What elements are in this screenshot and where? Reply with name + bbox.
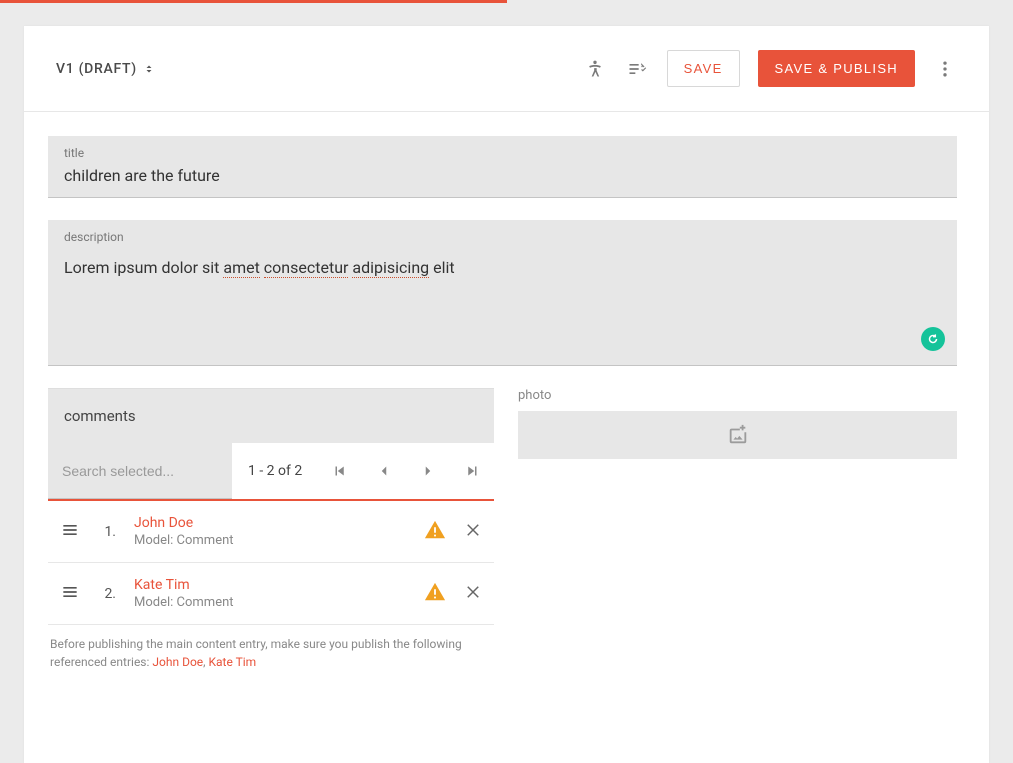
drag-handle-icon[interactable] (60, 582, 80, 606)
warning-link[interactable]: Kate Tim (209, 655, 257, 669)
description-label: description (64, 230, 941, 244)
search-input-wrapper[interactable] (48, 443, 232, 499)
row-model: Model: Comment (134, 533, 406, 548)
warning-icon[interactable] (424, 581, 446, 607)
publish-warning: Before publishing the main content entry… (48, 625, 494, 685)
spellcheck-word: amet (223, 258, 259, 278)
drag-handle-icon[interactable] (60, 520, 80, 544)
search-input[interactable] (62, 463, 218, 479)
remove-icon[interactable] (464, 583, 482, 605)
progress-bar (0, 0, 507, 3)
rules-icon[interactable] (625, 57, 649, 81)
header-actions: SAVE SAVE & PUBLISH (583, 50, 957, 87)
photo-section: photo (518, 388, 957, 685)
spellcheck-word: adipisicing (352, 258, 429, 278)
accessibility-icon[interactable] (583, 57, 607, 81)
description-field[interactable]: description Lorem ipsum dolor sit amet c… (48, 220, 957, 366)
row-model: Model: Comment (134, 595, 406, 610)
next-page-icon[interactable] (414, 457, 442, 485)
title-field[interactable]: title children are the future (48, 136, 957, 198)
save-publish-button[interactable]: SAVE & PUBLISH (758, 50, 915, 87)
version-picker[interactable]: V1 (DRAFT) (56, 61, 155, 77)
pagination-text: 1 - 2 of 2 (232, 463, 318, 479)
photo-label: photo (518, 388, 957, 411)
version-label: V1 (DRAFT) (56, 61, 137, 77)
title-label: title (64, 146, 941, 160)
row-index: 2. (98, 586, 116, 602)
collapse-icon (143, 63, 155, 75)
comments-section: comments 1 - 2 of 2 (48, 388, 494, 685)
save-button[interactable]: SAVE (667, 50, 740, 87)
row-index: 1. (98, 524, 116, 540)
photo-upload[interactable] (518, 411, 957, 459)
spellcheck-word: consectetur (264, 258, 349, 278)
content-card: V1 (DRAFT) SAVE SAVE & PUBLISH title chi… (24, 26, 989, 763)
grammarly-icon[interactable] (921, 327, 945, 351)
description-value: Lorem ipsum dolor sit amet consectetur a… (64, 258, 941, 277)
warning-icon[interactable] (424, 519, 446, 545)
header: V1 (DRAFT) SAVE SAVE & PUBLISH (24, 26, 989, 112)
warning-link[interactable]: John Doe (152, 655, 203, 669)
row-title[interactable]: John Doe (134, 515, 406, 531)
prev-page-icon[interactable] (370, 457, 398, 485)
title-value: children are the future (64, 166, 941, 185)
comments-toolbar: 1 - 2 of 2 (48, 443, 494, 501)
last-page-icon[interactable] (458, 457, 486, 485)
list-item: 1. John Doe Model: Comment (48, 501, 494, 563)
comments-header: comments (48, 388, 494, 443)
row-title[interactable]: Kate Tim (134, 577, 406, 593)
more-menu-icon[interactable] (933, 57, 957, 81)
remove-icon[interactable] (464, 521, 482, 543)
form-body: title children are the future descriptio… (24, 112, 989, 685)
add-image-icon (727, 424, 749, 446)
list-item: 2. Kate Tim Model: Comment (48, 563, 494, 625)
first-page-icon[interactable] (326, 457, 354, 485)
